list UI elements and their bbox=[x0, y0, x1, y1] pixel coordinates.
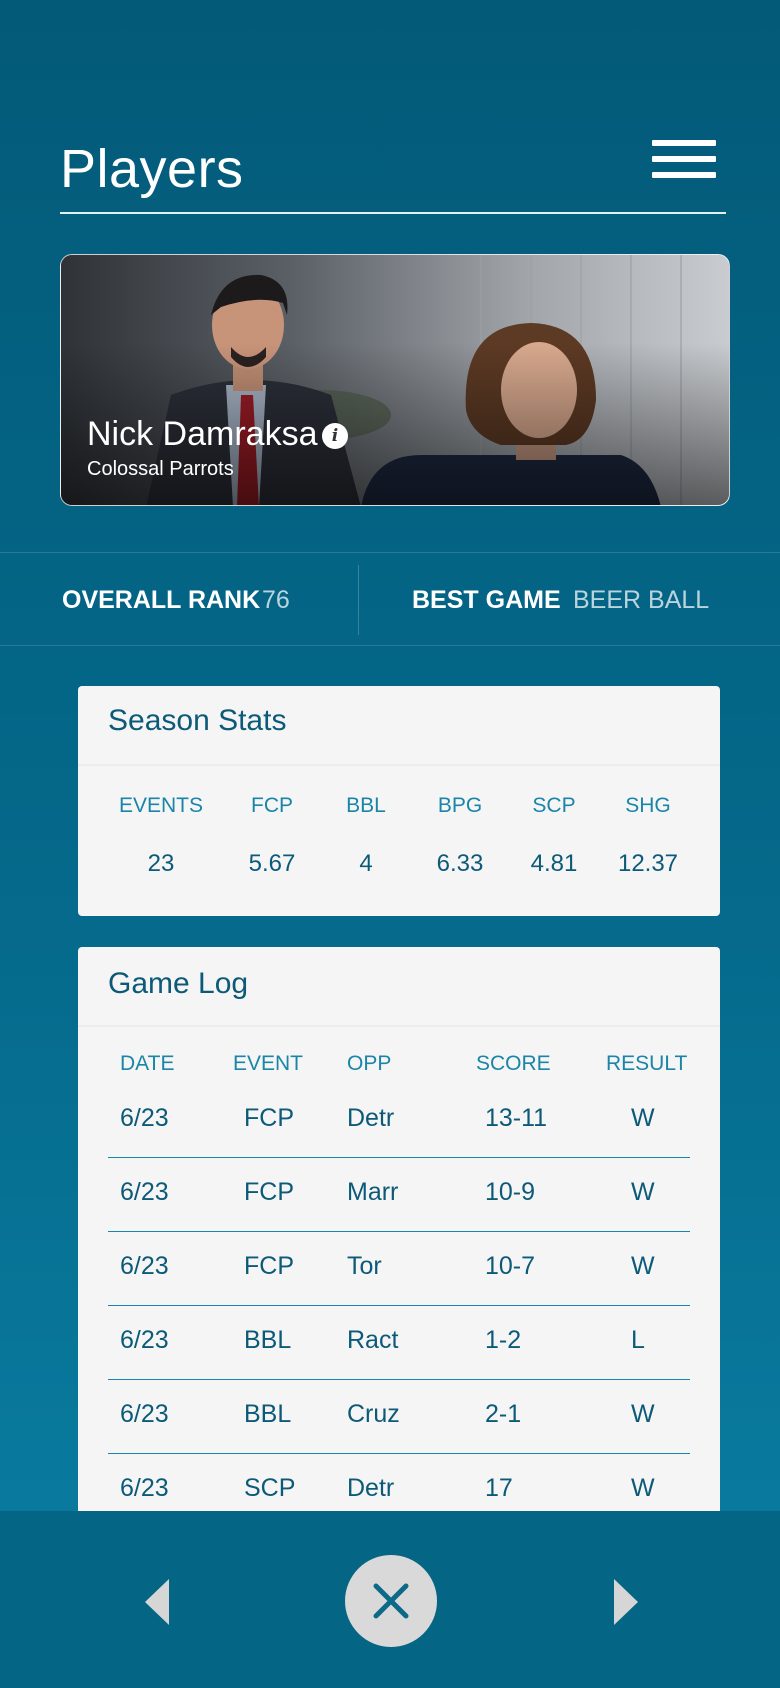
table-row[interactable]: 6/23 FCP Marr 10-9 W bbox=[108, 1158, 690, 1232]
stat-value: 12.37 bbox=[617, 850, 679, 877]
page-title: Players bbox=[60, 139, 244, 199]
player-name: Nick Damraksa bbox=[87, 415, 318, 453]
best-game-value: BEER BALL bbox=[573, 586, 710, 614]
table-row[interactable]: 6/23 FCP Detr 13-11 W bbox=[108, 1084, 690, 1158]
log-header-score: SCORE bbox=[476, 1052, 551, 1075]
stat-value: 6.33 bbox=[436, 850, 484, 877]
log-header-opp: OPP bbox=[347, 1052, 392, 1075]
table-row[interactable]: 6/23 BBL Cruz 2-1 W bbox=[108, 1380, 690, 1454]
stat-value: 5.67 bbox=[248, 850, 296, 877]
close-icon[interactable] bbox=[345, 1555, 437, 1647]
log-header-result: RESULT bbox=[606, 1052, 688, 1075]
team-name: Colossal Parrots bbox=[87, 458, 234, 480]
season-stats-panel: Season Stats EVENTS FCP BBL BPG SCP SHG … bbox=[78, 686, 720, 916]
triangle-left-icon[interactable] bbox=[145, 1579, 169, 1625]
stat-header: BPG bbox=[437, 794, 483, 817]
info-icon[interactable]: i bbox=[322, 423, 348, 449]
table-row[interactable]: 6/23 BBL Ract 1-2 L bbox=[108, 1306, 690, 1380]
stat-header: SHG bbox=[625, 794, 671, 817]
log-header-date: DATE bbox=[120, 1052, 175, 1075]
page-header: Players bbox=[60, 120, 726, 214]
overall-rank-label: OVERALL RANK bbox=[62, 586, 261, 614]
stat-value: 4.81 bbox=[530, 850, 578, 877]
log-header-event: EVENT bbox=[233, 1052, 304, 1075]
player-card[interactable]: Nick Damraksa i Colossal Parrots bbox=[60, 254, 730, 506]
triangle-right-icon[interactable] bbox=[614, 1579, 638, 1625]
stat-value: 23 bbox=[147, 850, 175, 877]
overall-rank-value: 76 bbox=[262, 586, 290, 614]
stat-value: 4 bbox=[359, 850, 373, 877]
stat-header: EVENTS bbox=[118, 794, 204, 817]
table-row[interactable]: 6/23 FCP Tor 10-7 W bbox=[108, 1232, 690, 1306]
game-log-title: Game Log bbox=[108, 967, 249, 1000]
stat-header: SCP bbox=[532, 794, 576, 817]
bottom-nav-bar bbox=[0, 1511, 780, 1688]
stat-header: FCP bbox=[251, 794, 293, 817]
divider bbox=[78, 764, 720, 766]
hamburger-menu-icon[interactable] bbox=[652, 140, 716, 178]
season-stats-title: Season Stats bbox=[108, 704, 287, 737]
divider bbox=[358, 565, 359, 635]
best-game-label: BEST GAME bbox=[412, 586, 561, 614]
divider bbox=[78, 1025, 720, 1027]
rank-bar: OVERALL RANK 76 BEST GAME BEER BALL bbox=[0, 552, 780, 646]
stat-header: BBL bbox=[346, 794, 386, 817]
